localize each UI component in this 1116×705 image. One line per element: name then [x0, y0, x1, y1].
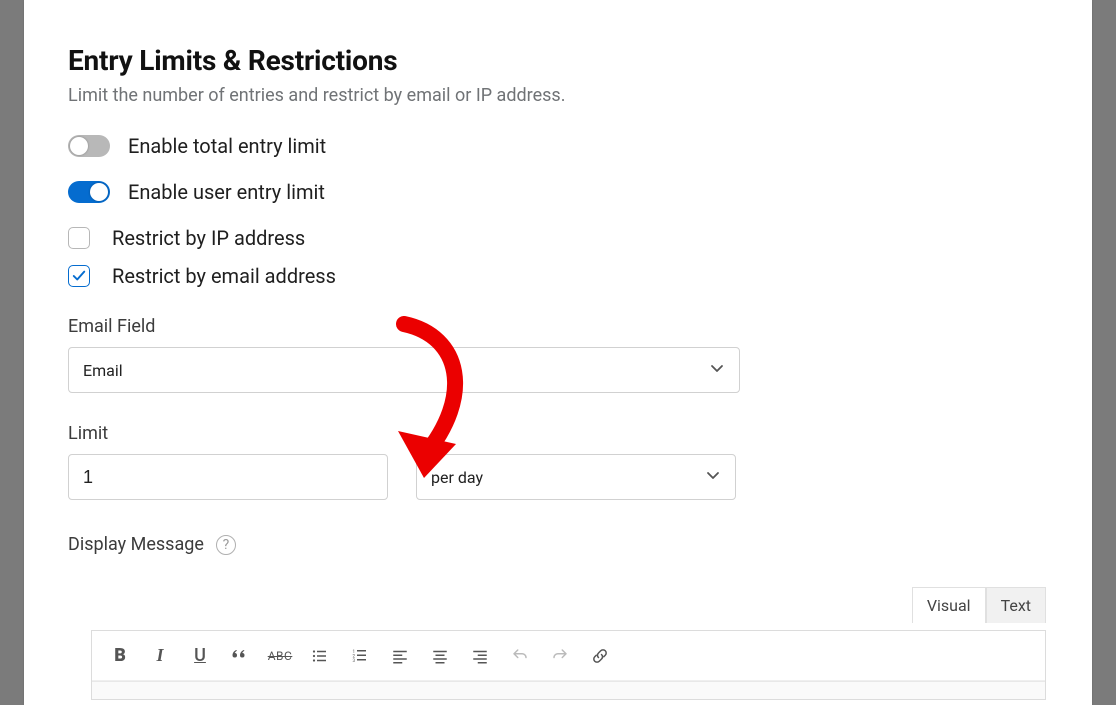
link-button[interactable] — [580, 637, 620, 675]
window-frame-left — [0, 0, 24, 705]
tab-visual[interactable]: Visual — [912, 587, 986, 623]
editor-content-area[interactable] — [92, 681, 1045, 699]
numbered-list-icon: 1 2 3 — [351, 647, 369, 665]
settings-panel: Entry Limits & Restrictions Limit the nu… — [24, 0, 1092, 705]
align-center-button[interactable] — [420, 637, 460, 675]
limit-label: Limit — [68, 423, 1092, 444]
align-left-button[interactable] — [380, 637, 420, 675]
bold-button[interactable]: B — [100, 637, 140, 675]
toggle-total-entry-limit[interactable] — [68, 135, 110, 157]
editor-wrap: B I U ABC 1 2 — [91, 630, 1046, 700]
checkbox-restrict-ip-label: Restrict by IP address — [112, 226, 305, 250]
align-right-icon — [471, 647, 489, 665]
email-field-select[interactable]: Email — [68, 347, 740, 393]
bullet-list-button[interactable] — [300, 637, 340, 675]
underline-button[interactable]: U — [180, 637, 220, 675]
toggle-knob — [70, 137, 88, 155]
checkbox-restrict-email[interactable] — [68, 265, 90, 287]
align-right-button[interactable] — [460, 637, 500, 675]
blockquote-button[interactable] — [220, 637, 260, 675]
svg-text:3: 3 — [353, 658, 356, 664]
toggle-user-entry-limit[interactable] — [68, 181, 110, 203]
editor-tabs: Visual Text — [912, 587, 1046, 623]
help-icon[interactable]: ? — [216, 535, 236, 555]
limit-period-select[interactable]: per day — [416, 454, 736, 500]
editor-toolbar: B I U ABC 1 2 — [92, 631, 1045, 681]
undo-icon — [511, 647, 529, 665]
display-message-label-text: Display Message — [68, 534, 204, 555]
align-center-icon — [431, 647, 449, 665]
chevron-down-icon — [705, 467, 721, 487]
redo-button[interactable] — [540, 637, 580, 675]
bullet-list-icon — [311, 647, 329, 665]
display-message-label: Display Message ? — [68, 534, 1092, 555]
chevron-down-icon — [709, 360, 725, 380]
numbered-list-button[interactable]: 1 2 3 — [340, 637, 380, 675]
tab-text[interactable]: Text — [986, 587, 1046, 623]
checkbox-restrict-ip[interactable] — [68, 227, 90, 249]
link-icon — [591, 647, 609, 665]
toggle-user-label: Enable user entry limit — [128, 180, 325, 204]
window-frame-right — [1092, 0, 1116, 705]
toggle-knob — [90, 183, 108, 201]
undo-button[interactable] — [500, 637, 540, 675]
check-icon — [72, 269, 86, 283]
limit-period-value: per day — [431, 468, 483, 487]
email-field-value: Email — [83, 361, 123, 380]
email-field-label: Email Field — [68, 316, 1092, 337]
limit-input[interactable] — [68, 454, 388, 500]
strikethrough-button[interactable]: ABC — [260, 637, 300, 675]
section-title: Entry Limits & Restrictions — [68, 44, 1092, 77]
section-description: Limit the number of entries and restrict… — [68, 85, 1092, 106]
checkbox-restrict-email-label: Restrict by email address — [112, 264, 336, 288]
quote-icon — [231, 647, 249, 665]
italic-button[interactable]: I — [140, 637, 180, 675]
align-left-icon — [391, 647, 409, 665]
toggle-total-label: Enable total entry limit — [128, 134, 326, 158]
redo-icon — [551, 647, 569, 665]
